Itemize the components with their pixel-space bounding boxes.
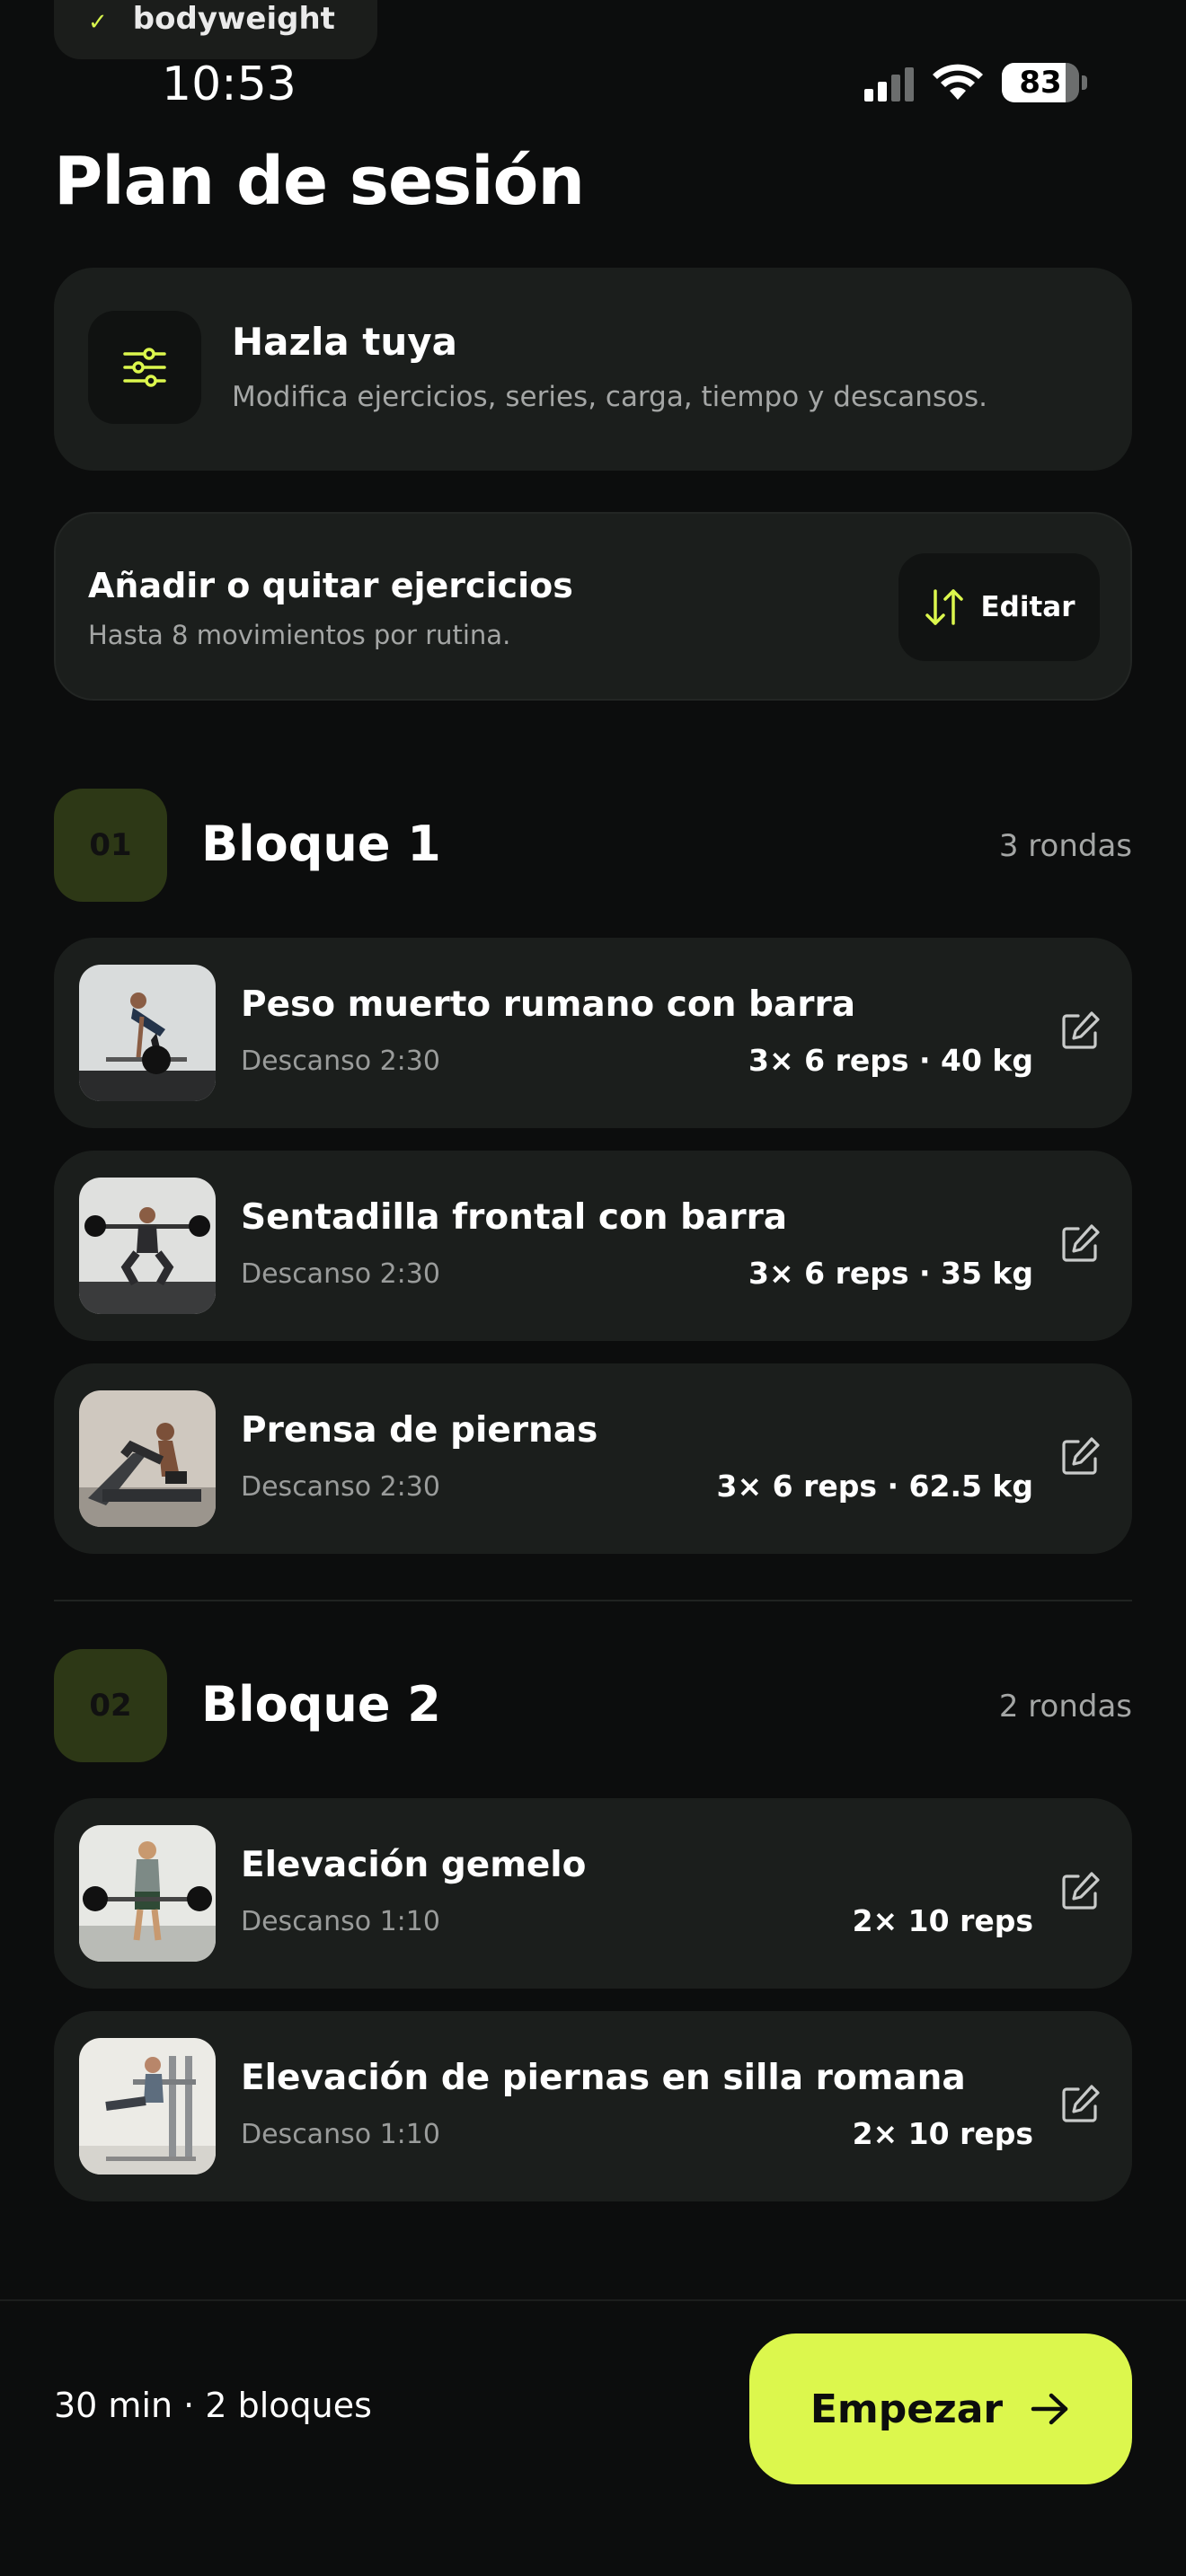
- exercise-rest: Descanso 2:30: [241, 1471, 440, 1503]
- exercise-name: Elevación gemelo: [241, 1845, 587, 1885]
- block-badge: 01: [54, 789, 167, 902]
- wifi-icon: [933, 64, 983, 100]
- battery-icon: 83: [1002, 63, 1079, 102]
- exercise-sets: 2× 10 reps: [852, 1903, 1033, 1938]
- exercise-rest: Descanso 2:30: [241, 1045, 440, 1077]
- check-icon: ✓: [88, 9, 108, 36]
- exercise-thumbnail: [79, 965, 216, 1101]
- exercise-card[interactable]: Sentadilla frontal con barra Descanso 2:…: [54, 1151, 1132, 1341]
- edit-exercise-icon[interactable]: [1058, 2081, 1103, 2126]
- edit-button-label: Editar: [980, 591, 1075, 623]
- edit-exercises-card: Añadir o quitar ejercicios Hasta 8 movim…: [54, 512, 1132, 701]
- customize-icon-box: [88, 311, 201, 424]
- exercise-name: Prensa de piernas: [241, 1410, 598, 1451]
- exercise-rest: Descanso 1:10: [241, 2119, 440, 2150]
- footer-divider: [0, 2299, 1186, 2301]
- block-badge: 02: [54, 1649, 167, 1762]
- exercise-name: Peso muerto rumano con barra: [241, 984, 856, 1025]
- edit-exercise-icon[interactable]: [1058, 1008, 1103, 1053]
- edit-exercise-icon[interactable]: [1058, 1221, 1103, 1266]
- exercise-card[interactable]: Elevación de piernas en silla romana Des…: [54, 2011, 1132, 2201]
- edit-exercise-icon[interactable]: [1058, 1434, 1103, 1478]
- edit-exercises-subtitle: Hasta 8 movimientos por rutina.: [88, 620, 511, 650]
- exercise-sets: 3× 6 reps · 62.5 kg: [716, 1469, 1033, 1504]
- exercise-card[interactable]: Prensa de piernas Descanso 2:30 3× 6 rep…: [54, 1363, 1132, 1554]
- exercise-card[interactable]: Peso muerto rumano con barra Descanso 2:…: [54, 938, 1132, 1128]
- start-button[interactable]: Empezar: [749, 2333, 1132, 2484]
- exercise-sets: 3× 6 reps · 40 kg: [748, 1043, 1033, 1078]
- battery-level: 83: [1019, 65, 1062, 101]
- customize-title: Hazla tuya: [232, 320, 457, 364]
- cellular-signal-icon: [864, 64, 914, 101]
- arrow-right-icon: [1031, 2393, 1068, 2425]
- sliders-icon: [123, 348, 166, 387]
- exercise-thumbnail: [79, 1178, 216, 1314]
- edit-exercises-title: Añadir o quitar ejercicios: [88, 566, 573, 605]
- filter-chip[interactable]: ✓ bodyweight: [54, 0, 377, 59]
- exercise-sets: 3× 6 reps · 35 kg: [748, 1256, 1033, 1291]
- block-rounds: 3 rondas: [998, 828, 1132, 864]
- exercise-thumbnail: [79, 1390, 216, 1527]
- exercise-thumbnail: [79, 1825, 216, 1962]
- exercise-card[interactable]: Elevación gemelo Descanso 1:10 2× 10 rep…: [54, 1798, 1132, 1989]
- block-rounds: 2 rondas: [998, 1689, 1132, 1725]
- session-summary: 30 min · 2 bloques: [54, 2386, 372, 2425]
- exercise-name: Sentadilla frontal con barra: [241, 1197, 788, 1238]
- status-time: 10:53: [162, 57, 296, 111]
- exercise-rest: Descanso 2:30: [241, 1258, 440, 1290]
- status-icons: 83: [864, 63, 1087, 102]
- customize-card[interactable]: Hazla tuya Modifica ejercicios, series, …: [54, 268, 1132, 471]
- exercise-sets: 2× 10 reps: [852, 2116, 1033, 2151]
- block-divider: [54, 1600, 1132, 1601]
- exercise-name: Elevación de piernas en silla romana: [241, 2058, 966, 2098]
- exercise-thumbnail: [79, 2038, 216, 2175]
- edit-button[interactable]: Editar: [898, 553, 1100, 661]
- edit-exercise-icon[interactable]: [1058, 1868, 1103, 1913]
- swap-vertical-icon: [925, 589, 964, 625]
- start-button-label: Empezar: [810, 2386, 1004, 2432]
- page-title: Plan de sesión: [54, 143, 585, 220]
- filter-chip-label: bodyweight: [132, 1, 335, 37]
- customize-subtitle: Modifica ejercicios, series, carga, tiem…: [232, 381, 987, 413]
- block-title: Bloque 2: [201, 1676, 441, 1733]
- exercise-rest: Descanso 1:10: [241, 1906, 440, 1937]
- block-title: Bloque 1: [201, 816, 441, 872]
